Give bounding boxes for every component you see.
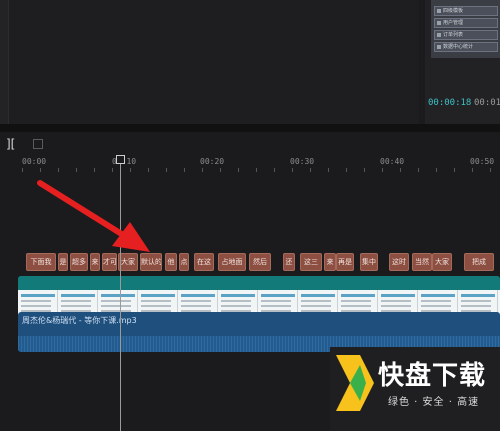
ruler-tick [76,168,77,172]
caption-clip[interactable]: 超多 [70,253,88,271]
caption-clip[interactable]: 占地面 [218,253,246,271]
playhead-handle[interactable] [116,155,125,164]
download-logo-icon [336,355,374,411]
caption-clip[interactable]: 这三 [300,253,322,271]
ruler-tick [184,168,185,172]
total-time: 00:01:4 [474,98,500,108]
preview-row: 用户管理 [434,18,498,28]
playhead-line[interactable] [120,155,121,431]
ruler-tick [40,168,41,172]
ruler-tick [238,168,239,172]
timeline-toolbar: ][ [0,132,500,154]
caption-clip[interactable]: 是 [58,253,68,271]
split-icon[interactable]: ][ [6,137,15,151]
ruler-tick [310,168,311,172]
caption-clip[interactable]: 默认的 [140,253,162,271]
caption-clip[interactable]: 点 [179,253,189,271]
ruler-tick [22,168,23,172]
ruler-label: 00:00 [22,157,47,166]
ruler-tick [202,168,203,172]
ruler-label: 00:30 [290,157,315,166]
ruler-tick [274,168,275,172]
caption-clip[interactable]: 他 [165,253,177,271]
caption-clip[interactable]: 下面我 [26,253,56,271]
ruler-tick [112,168,113,172]
panel-divider[interactable] [0,124,500,132]
caption-clip[interactable]: 再是 [336,253,354,271]
ruler-tick [364,168,365,172]
watermark: 快盘下载 绿色 · 安全 · 高速 [330,347,500,431]
caption-clip[interactable]: 来 [324,253,336,271]
ruler-tick [418,168,419,172]
preview-panel: 四级模板 用户管理 订单列表 数据中心统计 00:00:18 00:01:4 [425,0,500,124]
ruler-label: 00:20 [200,157,225,166]
caption-clip[interactable]: 在这 [194,253,214,271]
ruler-tick [292,168,293,172]
caption-clip[interactable]: 才可 [102,253,117,271]
ruler-tick [130,168,131,172]
ruler-tick [256,168,257,172]
ruler-tick [346,168,347,172]
caption-clip[interactable]: 然后 [249,253,271,271]
preview-row: 订单列表 [434,30,498,40]
ruler-tick [94,168,95,172]
ruler-tick [382,168,383,172]
caption-clip[interactable]: 来 [90,253,100,271]
audio-clip[interactable]: 周杰伦&杨瑞代 - 等你下课.mp3 [18,312,500,352]
time-ruler[interactable]: 00:00 00:10 00:20 00:30 00:40 00:50 [0,154,500,172]
caption-clip[interactable]: 还 [283,253,295,271]
box-select-icon[interactable] [33,139,43,149]
caption-clip[interactable]: 集中 [360,253,378,271]
ruler-label: 00:50 [470,157,495,166]
ruler-tick [220,168,221,172]
video-clip-header [18,276,500,290]
current-time: 00:00:18 [428,98,472,108]
ruler-tick [148,168,149,172]
ruler-tick [454,168,455,172]
ruler-label: 00:40 [380,157,405,166]
caption-clip[interactable]: 把成 [464,253,494,271]
ruler-tick [328,168,329,172]
player-canvas [8,0,419,124]
ruler-tick [472,168,473,172]
ruler-tick [400,168,401,172]
player-panel [0,0,419,124]
caption-clip[interactable]: 大家 [118,253,138,271]
ruler-tick [166,168,167,172]
preview-row: 数据中心统计 [434,42,498,52]
ruler-tick [490,168,491,172]
caption-clip[interactable]: 这时 [389,253,409,271]
caption-clip[interactable]: 当然 [412,253,432,271]
preview-thumbnail: 四级模板 用户管理 订单列表 数据中心统计 [431,0,500,58]
caption-track: 下面我 是 超多 来 才可 大家 默认的 他 点 在这 占地面 然后 还 这三 … [22,253,500,271]
watermark-title: 快盘下载 [378,361,487,391]
ruler-tick [58,168,59,172]
preview-row: 四级模板 [434,6,498,16]
caption-clip[interactable]: 大家 [432,253,452,271]
ruler-tick [436,168,437,172]
watermark-subtitle: 绿色 · 安全 · 高速 [388,397,480,408]
